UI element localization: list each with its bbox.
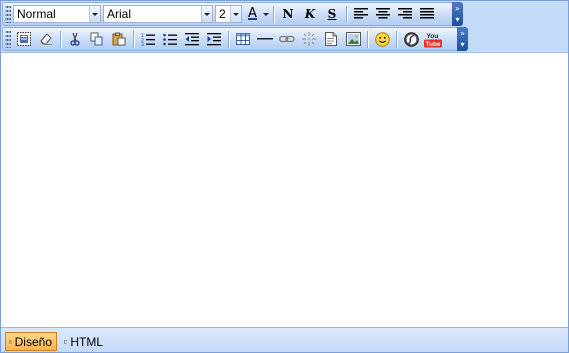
select-all-button[interactable] — [13, 29, 35, 49]
double-chevron-icon: » — [460, 29, 465, 38]
bullet-list-button[interactable] — [159, 29, 181, 49]
chevron-down-icon: ▾ — [455, 15, 460, 24]
justify-button[interactable] — [416, 4, 438, 24]
italic-icon: K — [304, 7, 316, 21]
align-right-button[interactable] — [394, 4, 416, 24]
chevron-down-icon: ▾ — [460, 40, 465, 49]
chevron-down-icon[interactable] — [263, 13, 269, 16]
clear-format-button[interactable] — [35, 29, 57, 49]
insert-toolbar: 1 2 3 You Tube » ▾ — [2, 27, 468, 51]
chevron-down-icon[interactable] — [201, 6, 212, 22]
html-mode-icon — [64, 339, 68, 344]
unlink-button[interactable] — [298, 29, 320, 49]
underline-icon: S — [327, 7, 337, 21]
insert-image-button[interactable] — [342, 29, 364, 49]
svg-text:3: 3 — [141, 42, 144, 46]
toolbar-separator — [346, 5, 347, 23]
indent-icon — [207, 32, 221, 45]
indent-button[interactable] — [203, 29, 225, 49]
youtube-label-bottom: Tube — [426, 41, 441, 48]
toolbar-separator — [228, 30, 229, 48]
insert-flash-button[interactable] — [400, 29, 422, 49]
insert-emoticon-button[interactable] — [371, 29, 393, 49]
tab-design[interactable]: Diseño — [5, 332, 57, 351]
toolbar-separator — [133, 30, 134, 48]
font-color-button[interactable]: A — [244, 4, 270, 24]
outdent-icon — [185, 32, 199, 45]
paste-icon — [112, 32, 126, 46]
formatting-toolbar: Normal Arial 2 A N K S » ▾ — [2, 2, 463, 26]
editor-content-area[interactable] — [1, 52, 568, 327]
eraser-icon — [40, 33, 52, 45]
youtube-icon: You Tube — [424, 33, 442, 48]
format-select-value: Normal — [17, 7, 56, 21]
toolbar-overflow-button[interactable]: » ▾ — [452, 2, 463, 26]
tab-design-label: Diseño — [14, 334, 52, 349]
table-icon — [236, 33, 250, 45]
double-chevron-icon: » — [455, 4, 460, 13]
bullet-list-icon — [163, 33, 177, 45]
underline-button[interactable]: S — [321, 4, 343, 24]
align-left-icon — [354, 8, 368, 19]
link-icon — [279, 35, 295, 43]
toolbar-grip[interactable] — [5, 5, 11, 23]
horizontal-rule-button[interactable] — [254, 29, 276, 49]
rich-text-editor: Normal Arial 2 A N K S » ▾ 1 2 3 You Tub… — [0, 0, 569, 353]
horizontal-rule-icon — [257, 38, 273, 40]
format-select[interactable]: Normal — [13, 5, 101, 23]
insert-youtube-button[interactable]: You Tube — [422, 29, 444, 49]
toolbar-separator — [367, 30, 368, 48]
font-color-icon: A — [248, 6, 257, 21]
italic-button[interactable]: K — [299, 4, 321, 24]
align-justify-icon — [420, 8, 434, 19]
design-mode-icon — [9, 340, 12, 343]
cut-button[interactable] — [64, 29, 86, 49]
insert-table-button[interactable] — [232, 29, 254, 49]
outdent-button[interactable] — [181, 29, 203, 49]
image-icon — [345, 32, 361, 46]
document-icon — [325, 32, 337, 46]
youtube-label-top: You — [427, 33, 439, 40]
smiley-icon — [374, 31, 390, 47]
chevron-down-icon[interactable] — [230, 6, 241, 22]
insert-document-button[interactable] — [320, 29, 342, 49]
paste-button[interactable] — [108, 29, 130, 49]
insert-link-button[interactable] — [276, 29, 298, 49]
size-select[interactable]: 2 — [215, 5, 242, 23]
select-all-icon — [17, 32, 31, 46]
align-left-button[interactable] — [350, 4, 372, 24]
size-select-value: 2 — [219, 7, 226, 21]
copy-button[interactable] — [86, 29, 108, 49]
font-select[interactable]: Arial — [103, 5, 213, 23]
bold-button[interactable]: N — [277, 4, 299, 24]
unlink-icon — [302, 32, 316, 46]
numbered-list-button[interactable]: 1 2 3 — [137, 29, 159, 49]
mode-bar: Diseño HTML — [1, 327, 568, 352]
align-right-icon — [398, 8, 412, 19]
chevron-down-icon[interactable] — [89, 6, 100, 22]
toolbar-overflow-button[interactable]: » ▾ — [457, 27, 468, 51]
font-select-value: Arial — [107, 7, 132, 21]
toolbar-separator — [273, 5, 274, 23]
toolbar-separator — [396, 30, 397, 48]
numbered-list-icon: 1 2 3 — [141, 33, 155, 46]
align-center-icon — [376, 8, 390, 19]
copy-icon — [90, 32, 103, 46]
tab-html[interactable]: HTML — [61, 332, 107, 351]
toolbar-grip[interactable] — [5, 30, 11, 48]
tab-html-label: HTML — [70, 334, 103, 349]
toolbar-separator — [60, 30, 61, 48]
flash-icon — [403, 31, 419, 47]
bold-icon: N — [282, 7, 294, 21]
scissors-icon — [70, 32, 80, 46]
toolbar-area: Normal Arial 2 A N K S » ▾ 1 2 3 You Tub… — [1, 1, 568, 52]
align-center-button[interactable] — [372, 4, 394, 24]
